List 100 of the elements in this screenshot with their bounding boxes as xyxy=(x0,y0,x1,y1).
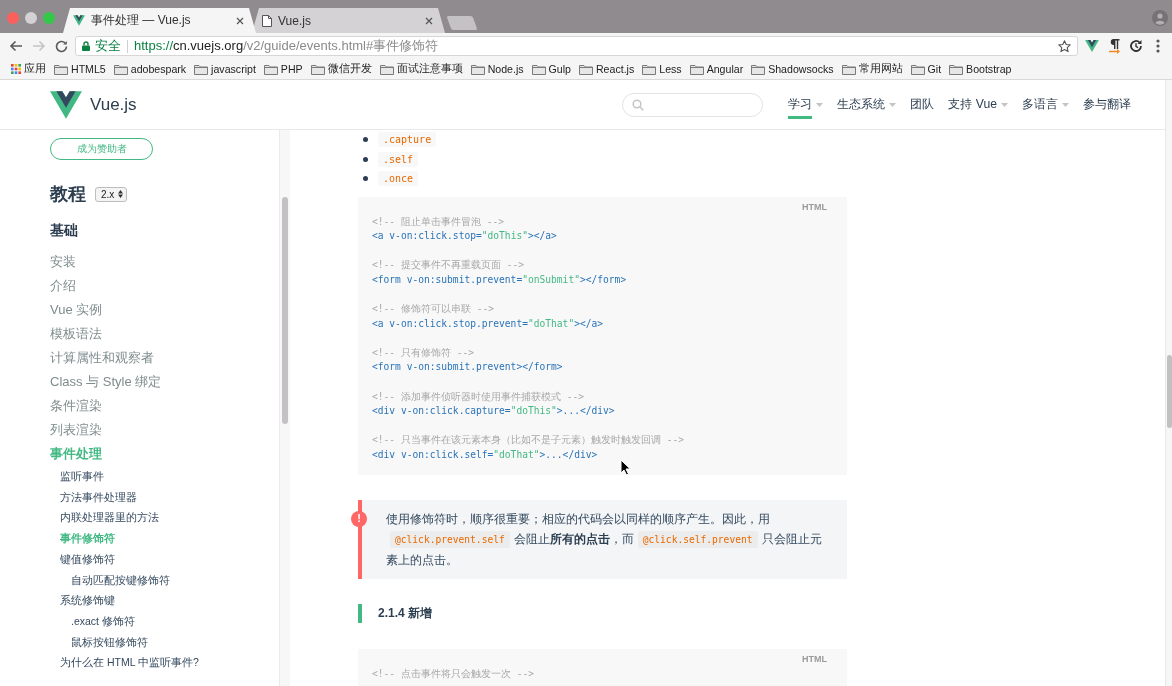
code-line: <div v-on:click.capture="doThis">...</div> xyxy=(372,404,615,419)
sidebar-link[interactable]: 方法事件处理器 xyxy=(60,486,137,508)
folder-icon xyxy=(263,63,278,75)
sidebar-link[interactable]: 内联处理器里的方法 xyxy=(60,507,159,529)
bookmark-star-icon[interactable] xyxy=(1058,39,1071,53)
v-logo-icon xyxy=(73,15,85,26)
bookmark-item[interactable]: Gulp xyxy=(531,63,571,75)
folder-icon xyxy=(751,63,766,75)
folder-icon xyxy=(910,63,925,75)
nav-link[interactable]: 生态系统 xyxy=(837,90,897,119)
bookmark-item[interactable]: PHP xyxy=(263,63,303,75)
circular-arrow-icon[interactable] xyxy=(1129,39,1143,53)
bookmark-item[interactable]: HTML5 xyxy=(54,63,106,75)
sidebar-link[interactable]: 模板语法 xyxy=(50,322,102,346)
bookmark-item[interactable]: Shadowsocks xyxy=(751,63,834,75)
sidebar-link[interactable]: 条件渲染 xyxy=(50,394,102,418)
modifier-code: .capture xyxy=(378,132,437,148)
menu-icon[interactable] xyxy=(1156,39,1160,53)
folder-icon xyxy=(379,63,394,75)
sidebar-link[interactable]: 列表渲染 xyxy=(50,418,102,442)
section-heading: 2.1.4 新增 xyxy=(358,603,847,623)
nav-link[interactable]: 学习 xyxy=(788,90,824,119)
address-bar[interactable]: 安全 https://cn.vuejs.org/v2/guide/events.html#事件修饰符 xyxy=(75,36,1078,56)
nav-link[interactable]: 支持 Vue xyxy=(948,90,1008,119)
warning-icon: ! xyxy=(351,510,367,527)
code-line: <form v-on:submit.prevent="onSubmit"></form> xyxy=(372,272,627,287)
sidebar-title: 教程 xyxy=(50,183,86,206)
folder-icon xyxy=(194,63,209,75)
sidebar-link[interactable]: Class 与 Style 绑定 xyxy=(50,370,162,394)
folder-icon xyxy=(578,63,593,75)
apps-grid-icon xyxy=(11,64,21,74)
folder-icon xyxy=(689,63,704,75)
bullet-icon xyxy=(363,156,368,162)
code-language-label: HTML xyxy=(802,201,827,212)
code-line: <form v-on:submit.prevent></form> xyxy=(372,360,563,375)
sidebar-link[interactable]: 介绍 xyxy=(50,274,76,298)
tip-text: 使用修饰符时，顺序很重要；相应的代码会以同样的顺序产生。因此，用 @click.prevent.self 会阻止所有的点击，而 @click.self.prevent 只会阻止元素上的点击。 xyxy=(386,510,823,569)
sidebar-link[interactable]: Vue 实例 xyxy=(50,298,103,322)
bookmark-item[interactable]: Angular xyxy=(689,63,744,75)
logo-icon xyxy=(50,90,82,119)
code-comment: <!-- 只当事件在该元素本身（比如不是子元素）触发时触发回调 --> xyxy=(372,433,684,448)
bookmark-item[interactable]: React.js xyxy=(578,63,635,75)
nav-link[interactable]: 参与翻译 xyxy=(1083,90,1131,119)
bookmark-item[interactable]: 面试注意事项 xyxy=(379,62,463,76)
reload-icon xyxy=(55,39,68,53)
lock-icon xyxy=(82,41,90,51)
folder-icon xyxy=(949,63,964,75)
profile-icon[interactable] xyxy=(1152,9,1168,26)
bookmark-item[interactable]: Node.js xyxy=(470,63,524,75)
folder-icon xyxy=(841,63,856,75)
folder-icon xyxy=(310,63,325,75)
site-title[interactable]: Vue.js xyxy=(90,94,137,115)
bookmark-item[interactable]: adobespark xyxy=(113,63,187,75)
sidebar-link[interactable]: 系统修饰键 xyxy=(60,590,115,611)
code-comment: <!-- 提交事件不再重载页面 --> xyxy=(372,258,524,273)
code-comment: <!-- 阻止单击事件冒泡 --> xyxy=(372,214,504,229)
page-icon xyxy=(262,14,272,27)
sidebar-link[interactable]: 安装 xyxy=(50,250,76,274)
browser-tab[interactable]: Vue.js xyxy=(252,8,445,33)
back-arrow-icon xyxy=(8,40,23,52)
new-tab-button[interactable] xyxy=(446,16,478,30)
modifier-code: .once xyxy=(378,171,419,187)
bookmark-item[interactable]: Less xyxy=(642,63,682,75)
sidebar-link[interactable]: 自动匹配按键修饰符 xyxy=(71,569,170,591)
bookmark-item[interactable]: Bootstrap xyxy=(949,63,1012,75)
security-label: 安全 xyxy=(95,37,121,55)
bullet-icon xyxy=(363,137,368,143)
bullet-icon xyxy=(363,176,368,182)
close-icon[interactable] xyxy=(425,16,433,25)
browser-tab[interactable]: 事件处理 — Vue.js xyxy=(63,8,256,33)
folder-icon xyxy=(642,63,657,75)
search-icon xyxy=(632,98,645,111)
sidebar-link[interactable]: 计算属性和观察者 xyxy=(50,346,154,370)
sidebar-link[interactable]: 键值修饰符 xyxy=(60,548,115,570)
sidebar-link[interactable]: .exact 修饰符 xyxy=(71,610,135,632)
folder-icon xyxy=(54,63,68,75)
sidebar-link[interactable]: 鼠标按钮修饰符 xyxy=(71,631,148,653)
sidebar-link[interactable]: 监听事件 xyxy=(60,466,104,487)
bookmark-item[interactable]: 应用 xyxy=(11,62,46,76)
folder-icon xyxy=(470,63,485,75)
close-icon[interactable] xyxy=(236,16,244,25)
version-select[interactable]: 2.x xyxy=(95,186,128,202)
nav-link[interactable]: 团队 xyxy=(910,90,935,119)
minimize-window-icon[interactable] xyxy=(25,12,37,24)
code-line: <a v-on:click.stop="doThis"></a> xyxy=(372,229,557,244)
code-comment: <!-- 添加事件侦听器时使用事件捕获模式 --> xyxy=(372,389,584,404)
bookmark-item[interactable]: 常用网站 xyxy=(841,62,903,76)
bookmark-item[interactable]: Git xyxy=(910,63,942,75)
pilcrow-arrow-icon[interactable] xyxy=(1107,38,1121,54)
nav-link[interactable]: 多语言 xyxy=(1022,90,1069,119)
bookmark-item[interactable]: 微信开发 xyxy=(310,62,372,76)
modifier-code: .self xyxy=(378,151,419,167)
scrollbar-thumb[interactable] xyxy=(282,197,288,424)
code-comment: <!-- 只有修饰符 --> xyxy=(372,345,474,360)
scrollbar-thumb[interactable] xyxy=(1167,355,1172,428)
folder-icon xyxy=(113,63,128,75)
url-text: https://cn.vuejs.org/v2/guide/events.html#事件修饰符 xyxy=(134,37,439,55)
bookmark-item[interactable]: javascript xyxy=(194,63,256,75)
sidebar-link[interactable]: 为什么在 HTML 中监听事件? xyxy=(60,652,199,674)
v-logo-icon[interactable] xyxy=(1085,40,1099,52)
